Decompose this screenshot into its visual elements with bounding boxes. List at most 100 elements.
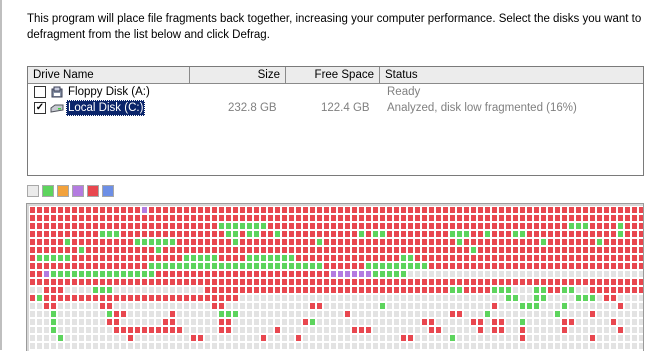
cluster-block (631, 310, 638, 318)
cluster-block (260, 302, 267, 310)
cluster-block (596, 230, 603, 238)
cluster-block (386, 326, 393, 334)
cluster-block (204, 254, 211, 262)
cluster-block (197, 318, 204, 326)
cluster-block (197, 334, 204, 342)
cluster-block (631, 302, 638, 310)
cluster-block (162, 326, 169, 334)
cluster-block (582, 334, 589, 342)
cluster-block (617, 326, 624, 334)
cluster-block (575, 270, 582, 278)
cluster-block (155, 310, 162, 318)
cluster-block (78, 246, 85, 254)
cluster-block (463, 230, 470, 238)
cluster-block (309, 318, 316, 326)
cluster-block (141, 222, 148, 230)
cluster-block (120, 238, 127, 246)
cluster-block (407, 222, 414, 230)
cluster-block (337, 262, 344, 270)
column-header-drive-name[interactable]: Drive Name (28, 67, 190, 83)
cluster-block (302, 326, 309, 334)
cluster-block (64, 262, 71, 270)
column-header-size[interactable]: Size (190, 67, 286, 83)
cluster-block (323, 270, 330, 278)
cluster-block (127, 342, 134, 350)
drive-row-local-disk[interactable]: ✓ Local Disk (C:) 232.8 GB 122.4 GB Anal… (28, 100, 643, 116)
cluster-block (407, 278, 414, 286)
cluster-block (498, 254, 505, 262)
cluster-block (253, 286, 260, 294)
cluster-block (246, 246, 253, 254)
cluster-block (638, 310, 643, 318)
cluster-block (407, 230, 414, 238)
cluster-block (302, 278, 309, 286)
local-disk-name[interactable]: Local Disk (C:) (66, 100, 146, 116)
cluster-block (400, 294, 407, 302)
cluster-block (526, 294, 533, 302)
cluster-block (477, 206, 484, 214)
cluster-block (456, 294, 463, 302)
cluster-block (232, 238, 239, 246)
cluster-block (421, 270, 428, 278)
cluster-block (624, 262, 631, 270)
cluster-block (204, 310, 211, 318)
cluster-block (260, 294, 267, 302)
cluster-block (85, 286, 92, 294)
cluster-block (155, 238, 162, 246)
cluster-block (330, 334, 337, 342)
cluster-block (449, 254, 456, 262)
cluster-block (540, 302, 547, 310)
cluster-block (29, 326, 36, 334)
cluster-block (638, 262, 643, 270)
cluster-block (316, 222, 323, 230)
cluster-block (64, 286, 71, 294)
cluster-block (589, 262, 596, 270)
cluster-block (50, 334, 57, 342)
local-disk-size: 232.8 GB (228, 102, 277, 114)
cluster-block (365, 342, 372, 350)
floppy-drive-name[interactable]: Floppy Disk (A:) (66, 84, 152, 100)
floppy-checkbox[interactable] (34, 86, 46, 98)
drive-row-floppy[interactable]: Floppy Disk (A:) Ready (28, 84, 643, 100)
cluster-block (596, 254, 603, 262)
cluster-block (442, 326, 449, 334)
column-header-free-space[interactable]: Free Space (286, 67, 380, 83)
cluster-block (71, 302, 78, 310)
cluster-block (288, 278, 295, 286)
cluster-block (281, 270, 288, 278)
cluster-block (36, 334, 43, 342)
cluster-block (148, 342, 155, 350)
cluster-block (477, 342, 484, 350)
cluster-block (113, 334, 120, 342)
cluster-block (71, 230, 78, 238)
cluster-block (120, 214, 127, 222)
local-disk-checkbox[interactable]: ✓ (34, 102, 46, 114)
cluster-block (218, 342, 225, 350)
cluster-block (358, 318, 365, 326)
cluster-block (50, 246, 57, 254)
cluster-block (554, 310, 561, 318)
cluster-block (498, 302, 505, 310)
cluster-block (64, 238, 71, 246)
cluster-block (463, 302, 470, 310)
cluster-block (211, 318, 218, 326)
cluster-block (183, 342, 190, 350)
cluster-block (50, 254, 57, 262)
cluster-block (316, 342, 323, 350)
cluster-block (260, 326, 267, 334)
column-header-status[interactable]: Status (380, 67, 643, 83)
cluster-block (428, 246, 435, 254)
drive-list[interactable]: Drive Name Size Free Space Status Floppy… (27, 66, 644, 176)
cluster-block (442, 334, 449, 342)
cluster-block (498, 214, 505, 222)
cluster-block (169, 214, 176, 222)
cluster-block (547, 294, 554, 302)
cluster-block (386, 214, 393, 222)
cluster-block (43, 246, 50, 254)
cluster-block (379, 294, 386, 302)
cluster-block (519, 286, 526, 294)
cluster-block (176, 214, 183, 222)
cluster-block (64, 342, 71, 350)
cluster-block (267, 342, 274, 350)
cluster-block (29, 230, 36, 238)
